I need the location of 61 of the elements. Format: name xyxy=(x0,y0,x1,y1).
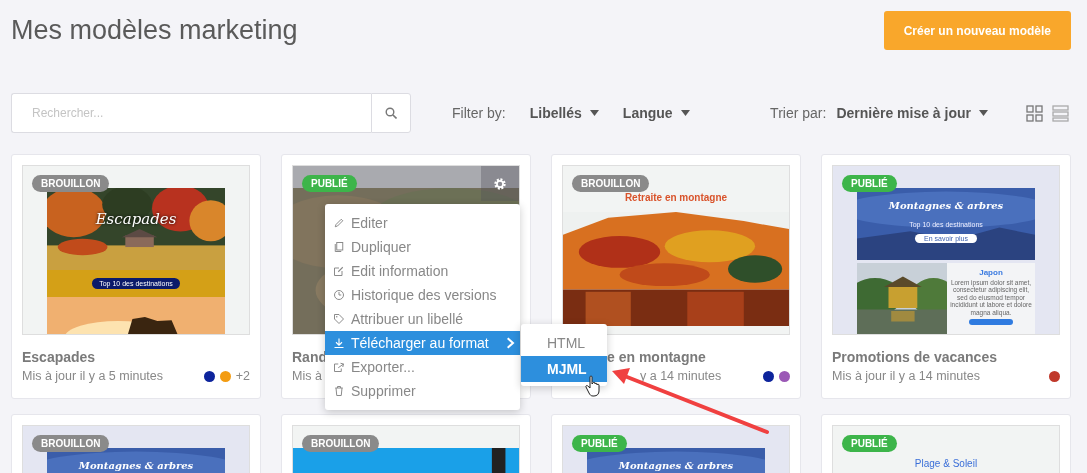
export-icon xyxy=(333,361,345,373)
template-title: Promotions de vacances xyxy=(832,349,997,365)
menu-item[interactable]: Télécharger au format xyxy=(325,331,520,355)
tag-icon xyxy=(333,313,345,325)
status-badge: PUBLIÉ xyxy=(842,435,897,452)
copy-icon xyxy=(333,241,345,253)
preview-title: Montagnes & arbres xyxy=(618,460,734,471)
menu-item[interactable]: Exporter... xyxy=(325,355,520,379)
page-title: Mes modèles marketing xyxy=(11,15,298,46)
filter-dropdown[interactable]: Langue xyxy=(622,105,690,121)
updated-text: Mis à jour il y a 5 minutes xyxy=(22,369,164,383)
template-card[interactable]: PUBLIÉ Plage & Soleil xyxy=(821,414,1071,473)
template-card[interactable]: PUBLIÉ Montagnes & arbres xyxy=(551,414,801,473)
status-badge: BROUILLON xyxy=(572,175,650,192)
pencil-icon xyxy=(333,217,345,229)
filter-dropdown[interactable]: Libellés xyxy=(529,105,599,121)
menu-item[interactable]: Dupliquer xyxy=(325,235,520,259)
preview-title: Montagnes & arbres xyxy=(78,460,194,471)
template-title: Escapades xyxy=(22,349,96,365)
status-badge: PUBLIÉ xyxy=(842,175,897,192)
menu-item[interactable]: Historique des versions xyxy=(325,283,520,307)
edit-icon xyxy=(333,265,345,277)
template-title: e en montagne xyxy=(607,349,706,365)
menu-item[interactable]: MJML xyxy=(521,356,607,382)
settings-button[interactable] xyxy=(481,166,519,201)
list-view-icon[interactable] xyxy=(1052,104,1069,122)
status-badge: BROUILLON xyxy=(32,435,110,452)
menu-item[interactable]: Editer xyxy=(325,211,520,235)
search-button[interactable] xyxy=(371,93,411,133)
search-field[interactable]: Rechercher... xyxy=(11,93,371,133)
menu-item[interactable]: Edit information xyxy=(325,259,520,283)
caret-icon xyxy=(589,110,599,116)
menu-item[interactable]: Attribuer un libellé xyxy=(325,307,520,331)
status-badge: PUBLIÉ xyxy=(302,175,357,192)
preview-title: Plage & Soleil xyxy=(913,458,979,469)
preview-title: Retraite en montagne xyxy=(623,192,729,205)
search-icon xyxy=(385,107,397,119)
create-template-button[interactable]: Créer un nouveau modèle xyxy=(883,11,1071,50)
settings-icon xyxy=(493,176,507,191)
template-card[interactable] xyxy=(821,154,1071,399)
status-badge: BROUILLON xyxy=(302,435,380,452)
preview-heading: Japon xyxy=(979,268,1003,277)
filter-label: Filter by: xyxy=(452,105,506,121)
template-card[interactable]: BROUILLON xyxy=(281,414,531,473)
caret-icon xyxy=(680,110,690,116)
preview-title: Montagnes & arbres xyxy=(888,200,1004,211)
sort-dropdown[interactable]: Dernière mise à jour xyxy=(836,105,988,121)
clock-icon xyxy=(333,289,345,301)
download-icon xyxy=(333,337,345,349)
template-card[interactable]: BROUILLON Montagnes & arbres xyxy=(11,414,261,473)
updated-text: Mis à jour il y a 14 minutes xyxy=(832,369,980,383)
trash-icon xyxy=(333,385,345,397)
status-badge: PUBLIÉ xyxy=(572,435,627,452)
menu-item[interactable]: Supprimer xyxy=(325,379,520,403)
sort-label: Trier par: xyxy=(770,105,827,121)
updated-text: Mis à xyxy=(292,369,322,383)
more-labels-count: +2 xyxy=(235,369,250,383)
preview-button xyxy=(969,319,1013,326)
caret-icon xyxy=(979,110,988,116)
grid-view-icon[interactable] xyxy=(1026,104,1043,122)
status-badge: BROUILLON xyxy=(32,175,110,192)
